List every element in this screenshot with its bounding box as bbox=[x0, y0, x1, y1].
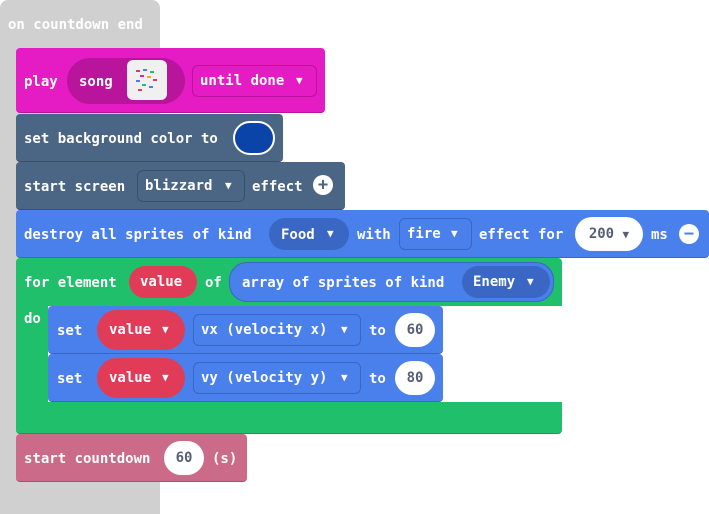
chevron-down-icon: ▼ bbox=[341, 323, 348, 336]
chevron-down-icon: ▼ bbox=[527, 275, 534, 288]
set-background-label: set background color to bbox=[24, 131, 218, 147]
effect-label: effect bbox=[252, 179, 303, 195]
to-label: to bbox=[369, 323, 386, 339]
array-of-sprites-label: array of sprites of kind bbox=[242, 275, 445, 291]
song-editor-button[interactable] bbox=[127, 60, 167, 100]
set-label: set bbox=[57, 371, 83, 387]
loop-variable-name: value bbox=[140, 274, 183, 290]
song-label: song bbox=[79, 74, 113, 90]
kind-enemy-value: Enemy bbox=[473, 274, 516, 290]
chevron-down-icon: ▼ bbox=[622, 228, 630, 241]
chevron-down-icon: ▼ bbox=[341, 371, 348, 384]
destroy-effect-value: fire bbox=[407, 226, 441, 242]
start-screen-label: start screen bbox=[24, 179, 126, 195]
of-label: of bbox=[205, 275, 222, 291]
add-icon[interactable]: + bbox=[313, 175, 333, 195]
play-label: play bbox=[24, 74, 58, 90]
screen-effect-value: blizzard bbox=[145, 178, 213, 194]
to-label: to bbox=[369, 371, 386, 387]
vy-value-input[interactable]: 80 bbox=[395, 361, 435, 395]
with-label: with bbox=[357, 227, 391, 243]
event-block-label: on countdown end bbox=[8, 17, 143, 33]
chevron-down-icon: ▼ bbox=[451, 227, 458, 240]
duration-ms-value: 200 bbox=[588, 226, 615, 242]
seconds-unit-label: (s) bbox=[212, 451, 238, 467]
countdown-seconds-input[interactable]: 60 bbox=[164, 441, 204, 475]
chevron-down-icon: ▼ bbox=[162, 323, 169, 336]
set-label: set bbox=[57, 323, 83, 339]
vy-property-value: vy (velocity y) bbox=[201, 370, 328, 386]
chevron-down-icon: ▼ bbox=[225, 179, 232, 192]
effect-for-label: effect for bbox=[479, 227, 564, 243]
destroy-label: destroy all sprites of kind bbox=[24, 227, 252, 243]
start-countdown-label: start countdown bbox=[24, 451, 151, 467]
vx-value-input[interactable]: 60 bbox=[395, 313, 435, 347]
duration-ms-input[interactable]: 200 ▼ bbox=[575, 217, 643, 251]
melody-grid-icon bbox=[136, 69, 157, 91]
remove-icon[interactable]: − bbox=[679, 224, 699, 244]
do-label: do bbox=[24, 311, 41, 327]
color-picker-swatch[interactable] bbox=[233, 121, 275, 155]
vy-variable-name: value bbox=[109, 370, 152, 386]
vx-variable-name: value bbox=[109, 322, 152, 338]
chevron-down-icon: ▼ bbox=[327, 227, 334, 240]
play-mode-value: until done bbox=[200, 73, 285, 89]
for-element-label: for element bbox=[24, 275, 117, 291]
ms-label: ms bbox=[651, 227, 668, 243]
chevron-down-icon: ▼ bbox=[162, 371, 169, 384]
chevron-down-icon: ▼ bbox=[296, 74, 303, 87]
kind-food-value: Food bbox=[281, 227, 315, 243]
vx-property-value: vx (velocity x) bbox=[201, 322, 328, 338]
